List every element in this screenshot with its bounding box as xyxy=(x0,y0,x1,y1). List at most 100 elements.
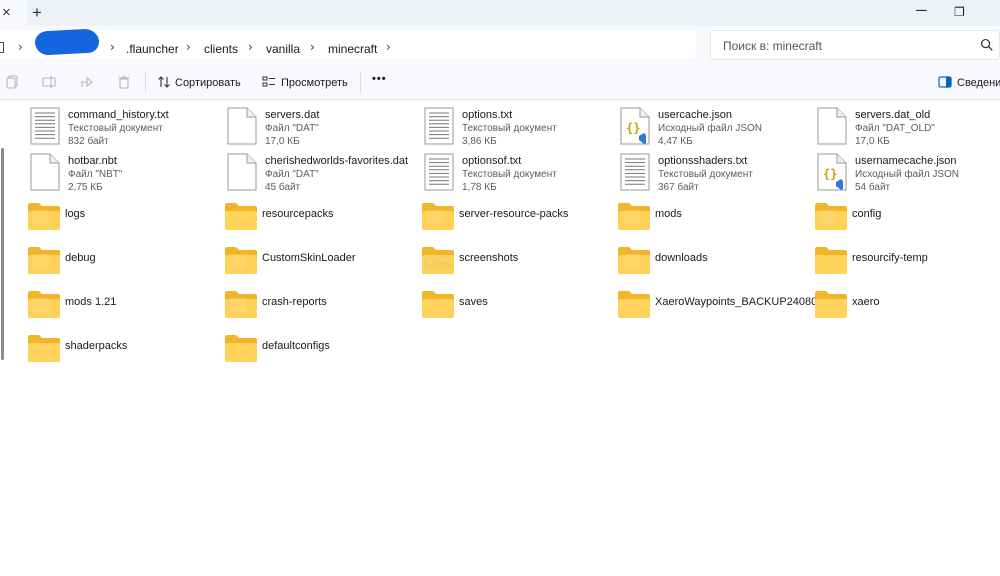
folder-name: config xyxy=(852,208,882,220)
search-input[interactable]: Поиск в: minecraft xyxy=(710,30,1000,60)
file-item[interactable]: command_history.txt Текстовый документ 832… xyxy=(30,107,226,151)
file-name: optionsshaders.txt xyxy=(658,155,748,167)
folder-icon xyxy=(814,201,848,239)
file-type: Текстовый документ xyxy=(68,123,163,134)
delete-icon[interactable] xyxy=(117,75,131,89)
file-item[interactable]: hotbar.nbt Файл "NBT" 2,75 КБ xyxy=(30,153,226,197)
redacted-username-mark xyxy=(34,28,100,56)
file-name: usercache.json xyxy=(658,109,732,121)
folder-item[interactable]: config xyxy=(814,201,1000,245)
folder-item[interactable]: crash-reports xyxy=(224,289,420,333)
file-item[interactable]: servers.dat_old Файл "DAT_OLD" 17,0 КБ xyxy=(817,107,1000,151)
svg-text:{}: {} xyxy=(626,121,640,135)
file-item[interactable]: servers.dat Файл "DAT" 17,0 КБ xyxy=(227,107,423,151)
file-name: optionsof.txt xyxy=(462,155,522,167)
file-type: Файл "NBT" xyxy=(68,169,123,180)
file-size: 3,86 КБ xyxy=(462,136,497,147)
folder-item[interactable]: debug xyxy=(27,245,223,289)
rename-icon[interactable] xyxy=(42,75,56,89)
folder-item[interactable]: saves xyxy=(421,289,617,333)
folder-item[interactable]: downloads xyxy=(617,245,813,289)
folder-item[interactable]: logs xyxy=(27,201,223,245)
file-type: Исходный файл JSON xyxy=(658,123,762,134)
file-type: Файл "DAT" xyxy=(265,169,319,180)
file-size: 54 байт xyxy=(855,182,891,193)
folder-item[interactable]: mods xyxy=(617,201,813,245)
new-tab-button[interactable]: + xyxy=(32,3,42,23)
minimize-button[interactable]: ─ xyxy=(916,2,927,19)
chevron-right-icon: › xyxy=(186,40,191,54)
maximize-button[interactable]: ❐ xyxy=(954,5,965,19)
folder-icon xyxy=(421,289,455,327)
file-type: Текстовый документ xyxy=(462,123,557,134)
chevron-right-icon: › xyxy=(248,40,253,54)
file-item[interactable]: optionsof.txt Текстовый документ 1,78 КБ xyxy=(424,153,620,197)
folder-item[interactable]: defaultconfigs xyxy=(224,333,420,377)
sort-button[interactable]: Сортировать xyxy=(175,77,241,89)
breadcrumb-minecraft[interactable]: minecraft xyxy=(328,42,377,56)
folder-name: shaderpacks xyxy=(65,340,128,352)
file-name: command_history.txt xyxy=(68,109,169,121)
file-size: 1,78 КБ xyxy=(462,182,497,193)
chevron-right-icon[interactable]: › xyxy=(386,40,391,54)
chevron-down-icon[interactable]: ⌄ xyxy=(342,76,350,87)
text-file-icon xyxy=(424,153,458,191)
view-button[interactable]: Просмотреть xyxy=(281,77,348,89)
folder-name: mods 1.21 xyxy=(65,296,117,308)
folder-item[interactable]: CustomSkinLoader xyxy=(224,245,420,289)
share-icon[interactable] xyxy=(80,75,94,89)
folder-icon xyxy=(421,245,455,283)
details-pane-icon[interactable] xyxy=(938,75,952,89)
close-tab-icon[interactable]: × xyxy=(2,4,11,21)
file-item[interactable]: cherishedworlds-favorites.dat Файл "DAT" 4… xyxy=(227,153,423,197)
details-button[interactable]: Сведения xyxy=(957,77,1000,89)
folder-item[interactable]: resourcify-temp xyxy=(814,245,1000,289)
scrollbar-thumb[interactable] xyxy=(1,148,4,360)
folder-icon xyxy=(617,201,651,239)
folder-icon xyxy=(617,245,651,283)
sort-icon[interactable] xyxy=(157,75,171,89)
folder-icon xyxy=(617,289,651,327)
folder-name: saves xyxy=(459,296,488,308)
chevron-right-icon: › xyxy=(18,40,23,54)
blank-file-icon xyxy=(227,107,261,145)
json-file-icon: {} xyxy=(620,107,654,145)
more-options-button[interactable]: ••• xyxy=(372,73,387,85)
breadcrumb-clients[interactable]: clients xyxy=(204,42,238,56)
breadcrumb-flauncher[interactable]: .flauncher xyxy=(126,42,179,56)
file-name: servers.dat_old xyxy=(855,109,931,121)
folder-item[interactable]: screenshots xyxy=(421,245,617,289)
file-list: command_history.txt Текстовый документ 832… xyxy=(0,100,1000,576)
folder-item[interactable]: server-resource-packs xyxy=(421,201,617,245)
file-size: 17,0 КБ xyxy=(855,136,890,147)
breadcrumb-vanilla[interactable]: vanilla xyxy=(266,42,300,56)
file-name: cherishedworlds-favorites.dat xyxy=(265,155,409,167)
file-size: 4,47 КБ xyxy=(658,136,693,147)
folder-item[interactable]: xaero xyxy=(814,289,1000,333)
this-pc-icon xyxy=(0,42,4,53)
search-icon xyxy=(980,38,993,51)
chevron-down-icon[interactable]: ⌄ xyxy=(234,76,242,87)
file-size: 832 байт xyxy=(68,136,109,147)
file-item[interactable]: {} usernamecache.json Исходный файл JSON 54… xyxy=(817,153,1000,197)
folder-item[interactable]: mods 1.21 xyxy=(27,289,223,333)
text-file-icon xyxy=(30,107,64,145)
view-icon[interactable] xyxy=(262,75,276,89)
file-item[interactable]: optionsshaders.txt Текстовый документ 367 … xyxy=(620,153,816,197)
folder-item[interactable]: XaeroWaypoints_BACKUP240807 xyxy=(617,289,823,333)
folder-icon xyxy=(27,333,61,371)
blank-file-icon xyxy=(227,153,261,191)
folder-item[interactable]: shaderpacks xyxy=(27,333,223,377)
folder-item[interactable]: resourcepacks xyxy=(224,201,420,245)
folder-icon xyxy=(814,289,848,327)
address-bar[interactable]: › › .flauncher › clients › vanilla › min… xyxy=(0,30,696,58)
file-item[interactable]: options.txt Текстовый документ 3,86 КБ xyxy=(424,107,620,151)
file-type: Текстовый документ xyxy=(462,169,557,180)
file-item[interactable]: {} usercache.json Исходный файл JSON 4,47 К… xyxy=(620,107,816,151)
copy-icon[interactable] xyxy=(6,75,20,89)
json-file-icon: {} xyxy=(817,153,851,191)
chevron-right-icon: › xyxy=(310,40,315,54)
folder-icon xyxy=(224,289,258,327)
browser-tab[interactable]: × xyxy=(0,0,26,26)
folder-name: mods xyxy=(655,208,682,220)
